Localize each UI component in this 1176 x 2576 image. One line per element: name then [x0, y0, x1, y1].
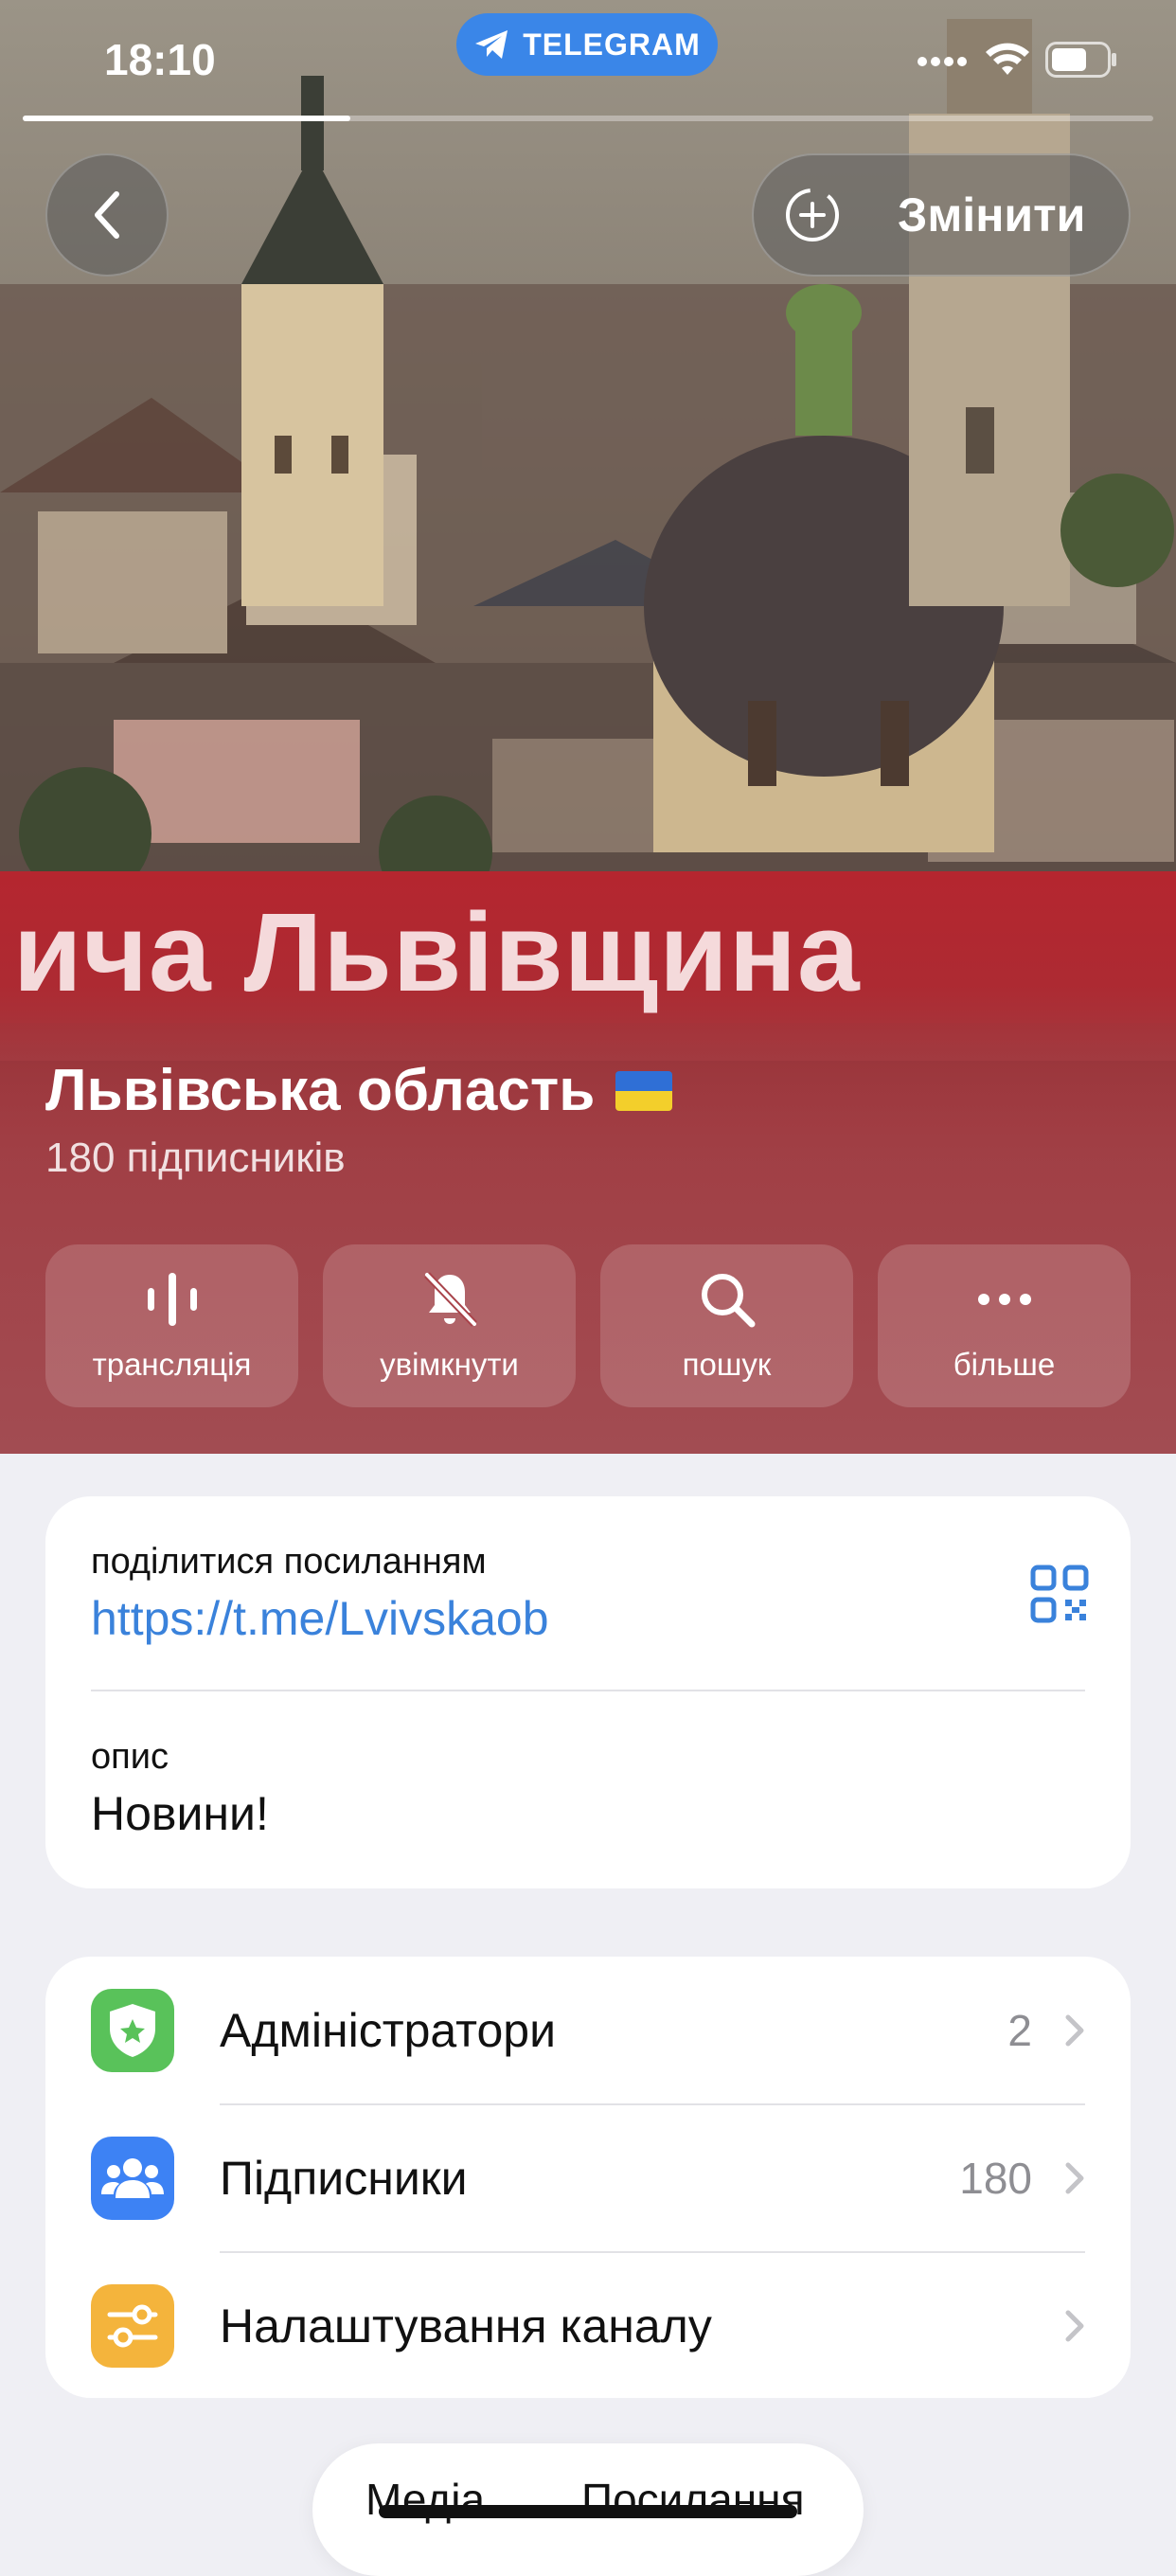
signal-icon: [918, 57, 967, 66]
more-button[interactable]: більше: [878, 1244, 1131, 1407]
channel-settings-card: Адміністратори 2 Підписники 180 Налаштув…: [45, 1957, 1131, 2398]
sliders-icon: [91, 2283, 174, 2368]
subscribers-count-value: 180: [959, 2153, 1032, 2203]
live-stream-button[interactable]: трансляція: [45, 1244, 298, 1407]
channel-title: Львівська область: [45, 1057, 673, 1124]
wifi-icon: [986, 43, 1029, 75]
channel-name: Львівська область: [45, 1058, 596, 1123]
chevron-left-icon: [95, 191, 119, 239]
share-link-label: поділитися посиланням: [91, 1542, 487, 1582]
info-divider: [91, 1690, 1085, 1691]
more-icon: [977, 1294, 1031, 1305]
banner-text: ича Львівщина: [13, 890, 861, 1015]
live-stream-label: трансляція: [92, 1347, 252, 1382]
channel-settings-label: Налаштування каналу: [220, 2299, 712, 2352]
chevron-right-icon: [1065, 2162, 1084, 2193]
status-time: 18:10: [104, 35, 216, 84]
unmute-button[interactable]: увімкнути: [323, 1244, 576, 1407]
shield-star-icon: [91, 1988, 174, 2072]
battery-icon: [1045, 42, 1116, 78]
edit-label: Змінити: [898, 188, 1086, 242]
channel-settings-row[interactable]: Налаштування каналу: [45, 2252, 1131, 2399]
add-circle-icon: [786, 188, 839, 242]
status-indicators: [917, 42, 1117, 78]
edit-button[interactable]: Змінити: [752, 153, 1131, 277]
search-button[interactable]: пошук: [600, 1244, 853, 1407]
chevron-right-icon: [1065, 2014, 1084, 2046]
administrators-label: Адміністратори: [220, 2003, 557, 2057]
administrators-row[interactable]: Адміністратори 2: [45, 1957, 1131, 2103]
story-progress-fill: [23, 116, 351, 121]
administrators-count: 2: [1007, 2005, 1032, 2055]
description-label: опис: [91, 1737, 169, 1777]
telegram-pill-label: TELEGRAM: [523, 27, 701, 62]
chevron-right-icon: [1065, 2310, 1084, 2341]
back-button[interactable]: [45, 153, 169, 277]
channel-info-card: поділитися посиланням https://t.me/Lvivs…: [45, 1496, 1131, 1888]
ukraine-flag-icon: [615, 1070, 673, 1111]
live-stream-icon: [147, 1273, 197, 1326]
bell-off-icon: [423, 1272, 477, 1327]
telegram-icon: [475, 30, 508, 59]
story-progress-track: [23, 116, 1153, 121]
subscribers-label: Підписники: [220, 2151, 468, 2205]
city-photo: [0, 0, 1176, 881]
qr-code-icon[interactable]: [1030, 1565, 1089, 1623]
action-buttons: трансляція увімкнути пошук більше: [45, 1244, 1131, 1407]
description-text: Новини!: [91, 1787, 269, 1840]
more-label: більше: [953, 1347, 1056, 1382]
search-label: пошук: [682, 1347, 772, 1382]
channel-link[interactable]: https://t.me/Lvivskaob: [91, 1591, 549, 1646]
people-icon: [91, 2136, 174, 2220]
return-to-telegram-pill[interactable]: TELEGRAM: [456, 13, 718, 76]
unmute-label: увімкнути: [380, 1347, 519, 1382]
search-icon: [701, 1274, 755, 1328]
subscribers-row[interactable]: Підписники 180: [45, 2104, 1131, 2251]
subscriber-count: 180 підписників: [45, 1135, 346, 1181]
home-indicator: [379, 2505, 797, 2518]
